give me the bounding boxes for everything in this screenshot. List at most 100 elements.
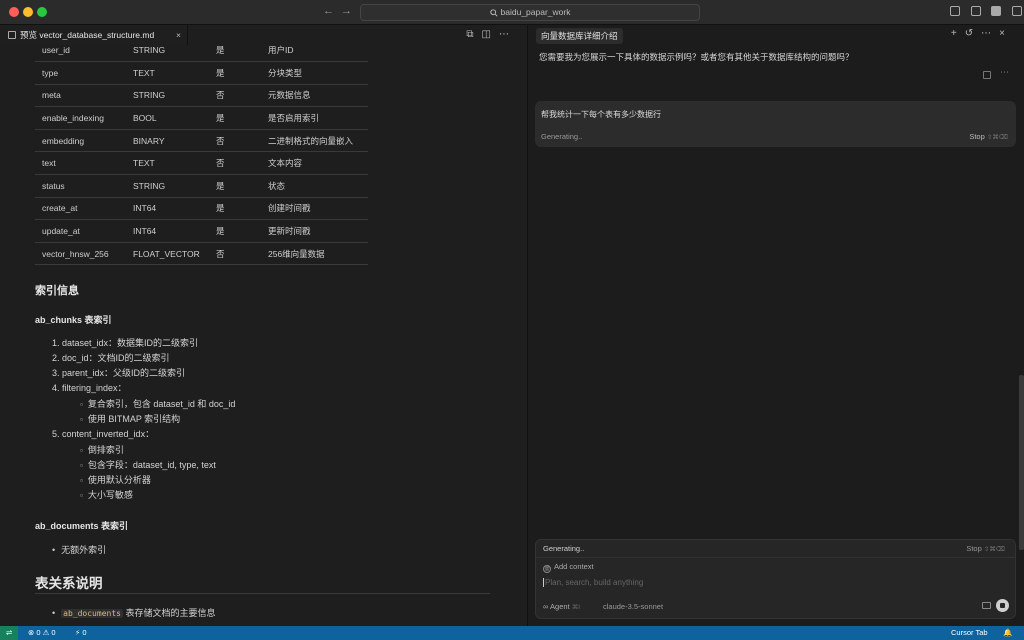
stop-shortcut: ⇧⌘⌫	[986, 134, 1008, 141]
chunks-index-heading: ab_chunks 表索引	[35, 315, 112, 325]
table-cell: STRING	[126, 84, 209, 108]
table-cell: BINARY	[126, 129, 209, 153]
table-row: meta STRING 否元数据信息	[35, 84, 368, 108]
customize-layout-icon[interactable]	[1011, 6, 1022, 16]
model-selector[interactable]: claude-3.5-sonnet	[603, 602, 663, 611]
new-chat-icon[interactable]: +	[951, 28, 965, 39]
table-cell: 二进制格式的向量嵌入	[261, 129, 368, 153]
table-row: vector_hnsw_256 FLOAT_VECTOR 否 256维向量数据	[35, 242, 368, 266]
bullet-item: 无额外索引	[52, 543, 106, 556]
close-window-button[interactable]	[9, 7, 19, 17]
search-icon	[489, 9, 498, 17]
table-row: user_id STRING 是用户ID	[35, 45, 368, 63]
table-cell: 256维向量数据	[261, 242, 368, 266]
add-context-button[interactable]: @ Add context	[543, 562, 594, 573]
table-cell: TEXT	[126, 151, 209, 176]
back-arrow-icon[interactable]: ←	[323, 5, 334, 17]
image-upload-icon[interactable]	[982, 602, 991, 609]
table-cell: STRING	[126, 174, 209, 198]
more-options-icon[interactable]: ⋯	[981, 28, 999, 39]
history-icon[interactable]: ↺	[965, 28, 981, 39]
toggle-sidebar-icon[interactable]	[950, 6, 960, 16]
sub-list-item: 包含字段：dataset_id, type, text	[80, 458, 216, 471]
chat-title[interactable]: 向量数据库详细介绍	[536, 28, 623, 44]
forward-arrow-icon[interactable]: →	[341, 5, 352, 17]
table-cell: 否	[209, 242, 261, 266]
list-item: 5. content_inverted_idx：	[52, 429, 155, 439]
list-item: 2. doc_id：文档ID的二级索引	[52, 353, 170, 363]
copy-icon[interactable]	[983, 71, 991, 79]
chat-actions: +↺⋯×	[951, 28, 1013, 39]
table-cell: 否	[209, 84, 261, 108]
inline-code: ab_documents	[61, 609, 123, 618]
table-cell: INT64	[126, 219, 209, 243]
close-icon[interactable]: ×	[999, 28, 1013, 39]
table-cell: 是	[209, 45, 261, 63]
heading-rule	[35, 593, 490, 594]
stop-label: Stop	[969, 132, 985, 141]
minimize-window-button[interactable]	[23, 7, 33, 17]
table-row: text TEXT 否文本内容	[35, 151, 368, 176]
agent-shortcut: ⌘I	[571, 604, 581, 611]
table-cell: 否	[209, 151, 261, 176]
table-cell: 是	[209, 61, 261, 85]
open-source-icon[interactable]: ⧉	[466, 29, 481, 40]
table-cell: user_id	[35, 45, 126, 63]
user-message: 帮我统计一下每个表有多少数据行	[541, 110, 661, 119]
more-actions-icon[interactable]: ⋯	[499, 29, 517, 40]
table-cell: 创建时间戳	[261, 197, 368, 221]
editor-pane: 预览 vector_database_structure.md × ⧉◫⋯ us…	[0, 25, 527, 626]
agent-mode-selector[interactable]: ∞ Agent ⌘I	[543, 602, 580, 611]
toggle-panel-icon[interactable]	[970, 6, 981, 16]
list-item: 4. filtering_index：	[52, 383, 127, 393]
close-icon[interactable]: ×	[176, 25, 181, 45]
ports-indicator[interactable]: ⚡ 0	[75, 626, 87, 640]
table-cell: 状态	[261, 174, 368, 198]
more-icon[interactable]: ⋯	[1000, 67, 1009, 78]
editor-actions: ⧉◫⋯	[466, 29, 517, 40]
bell-icon[interactable]: 🔔	[1003, 626, 1012, 640]
table-cell: 是	[209, 106, 261, 130]
table-cell: enable_indexing	[35, 106, 126, 130]
table-cell: STRING	[126, 45, 209, 63]
cursor-tab-status[interactable]: Cursor Tab	[951, 626, 988, 640]
table-cell: update_at	[35, 219, 126, 243]
table-row: create_at INT64 是创建时间戳	[35, 197, 368, 221]
maximize-window-button[interactable]	[37, 7, 47, 17]
generating-status: Generating..	[541, 132, 583, 141]
toggle-secondary-sidebar-icon[interactable]	[991, 6, 1002, 16]
command-search-box[interactable]: baidu_papar_work	[360, 4, 700, 21]
assistant-message: 您需要我为您展示一下具体的数据示例吗？或者您有其他关于数据库结构的问题吗？	[539, 52, 854, 62]
table-cell: 是	[209, 174, 261, 198]
table-cell: TEXT	[126, 61, 209, 85]
table-cell: BOOL	[126, 106, 209, 130]
stop-generation-button[interactable]	[996, 599, 1009, 612]
table-row: embedding BINARY 否二进制格式的向量嵌入	[35, 129, 368, 153]
chat-scrollbar[interactable]	[1019, 375, 1024, 550]
composer-generating-status: Generating..	[543, 544, 585, 553]
tab-markdown-preview[interactable]: 预览 vector_database_structure.md ×	[0, 25, 188, 45]
table-cell: type	[35, 61, 126, 85]
documents-index-heading: ab_documents 表索引	[35, 521, 129, 531]
user-message-bubble[interactable]: 帮我统计一下每个表有多少数据行 Generating.. Stop ⇧⌘⌫	[535, 101, 1016, 147]
bullet-text: 表存储文档的主要信息	[122, 608, 216, 618]
stop-button[interactable]: Stop ⇧⌘⌫	[969, 132, 1008, 141]
table-cell: create_at	[35, 197, 126, 221]
editor-tab-bar: 预览 vector_database_structure.md × ⧉◫⋯	[0, 25, 527, 45]
split-editor-icon[interactable]: ◫	[482, 29, 499, 40]
relations-heading: 表关系说明	[35, 576, 103, 591]
problems-indicator[interactable]: ⊗ 0 ⚠ 0	[28, 626, 56, 640]
table-cell: 是	[209, 197, 261, 221]
composer-stop-button[interactable]: Stop ⇧⌘⌫	[966, 544, 1005, 553]
sub-list-item: 大小写敏感	[80, 488, 133, 501]
workspace-name: baidu_papar_work	[500, 7, 571, 17]
remote-icon[interactable]: ⇌	[0, 626, 18, 640]
table-row: type TEXT 是分块类型	[35, 61, 368, 85]
stop-shortcut: ⇧⌘⌫	[983, 546, 1005, 553]
sub-list-item: 使用 BITMAP 索引结构	[80, 412, 180, 425]
stop-label: Stop	[966, 544, 982, 553]
table-cell: 是	[209, 219, 261, 243]
chat-input[interactable]: Plan, search, build anything	[543, 578, 643, 587]
table-cell: status	[35, 174, 126, 198]
list-item: 3. parent_idx：父级ID的二级索引	[52, 368, 186, 378]
